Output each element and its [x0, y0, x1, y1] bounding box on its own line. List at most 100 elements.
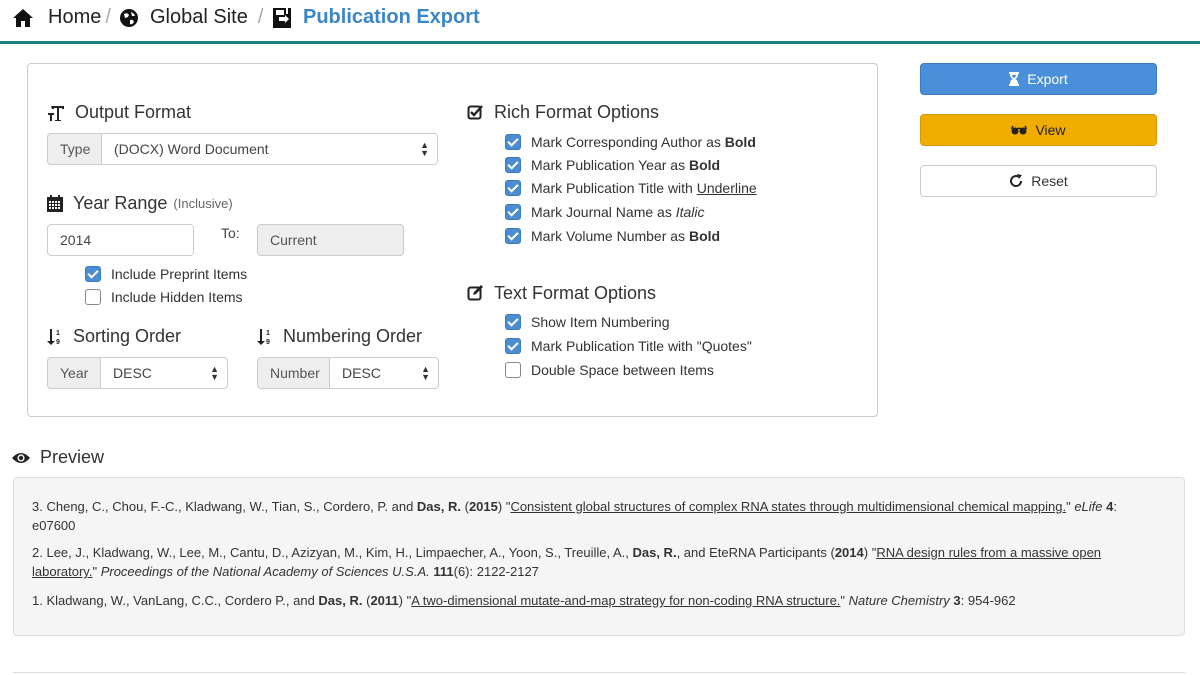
rich-format-heading: Rich Format Options [467, 102, 659, 123]
breadcrumb-home[interactable]: Home / [12, 6, 111, 29]
breadcrumb-current: Publication Export [272, 6, 480, 29]
svg-text:1: 1 [266, 330, 270, 337]
year-from-input[interactable]: 2014 [47, 224, 194, 256]
reset-button-label: Reset [1031, 173, 1068, 189]
calendar-icon [47, 195, 63, 212]
checkbox-checked-icon [505, 338, 521, 354]
numbering-order-title: Numbering Order [283, 326, 423, 346]
preview-entry: 1. Kladwang, W., VanLang, C.C., Cordero … [32, 593, 1016, 608]
footer-divider [13, 672, 1185, 673]
checkbox-checked-icon [505, 134, 521, 150]
home-icon [13, 8, 33, 27]
sorting-order-group: Year DESC ▲ ▼ [47, 357, 228, 389]
preview-title: Preview [40, 447, 105, 467]
rich-option-label: Mark Journal Name as Italic [531, 204, 705, 220]
include-hidden-checkbox[interactable]: Include Hidden Items [85, 288, 243, 306]
select-arrows-icon: ▲ ▼ [210, 364, 219, 382]
eye-icon [12, 452, 30, 463]
svg-text:1: 1 [56, 330, 60, 337]
rich-option-label: Mark Publication Title with Underline [531, 180, 757, 196]
text-format-heading: Text Format Options [467, 283, 656, 304]
numbering-order-select[interactable]: DESC ▲ ▼ [329, 357, 439, 389]
breadcrumb-site-label: Global Site [150, 6, 248, 28]
text-option-show-numbering[interactable]: Show Item Numbering [505, 313, 670, 331]
output-type-group: Type (DOCX) Word Document ▲ ▼ [47, 133, 438, 165]
export-options-panel: Output Format Type (DOCX) Word Document … [27, 63, 878, 417]
view-button[interactable]: View [920, 114, 1157, 146]
checkbox-checked-icon [85, 266, 101, 282]
checkbox-unchecked-icon [85, 289, 101, 305]
rich-option-label: Mark Publication Year as Bold [531, 157, 721, 173]
text-option-title-quotes[interactable]: Mark Publication Title with "Quotes" [505, 337, 752, 355]
sorting-order-value: DESC [113, 365, 152, 381]
reset-button[interactable]: Reset [920, 165, 1157, 197]
breadcrumb-home-label: Home [48, 6, 102, 28]
text-height-icon [48, 105, 64, 121]
year-to-label: To: [221, 225, 240, 241]
export-button[interactable]: Export [920, 63, 1157, 95]
publication-title-link[interactable]: A two-dimensional mutate-and-map strateg… [411, 593, 840, 608]
numbering-order-group: Number DESC ▲ ▼ [257, 357, 439, 389]
sorting-order-addon: Year [47, 357, 100, 389]
sorting-order-title: Sorting Order [73, 326, 182, 346]
checkbox-checked-icon [505, 228, 521, 244]
sort-numeric-icon: 19 [47, 328, 60, 346]
rich-option-publication-year[interactable]: Mark Publication Year as Bold [505, 156, 720, 174]
year-range-heading: Year Range (Inclusive) [47, 193, 233, 214]
text-option-label: Show Item Numbering [531, 314, 670, 330]
rich-option-volume-number[interactable]: Mark Volume Number as Bold [505, 227, 720, 245]
svg-text:9: 9 [56, 339, 60, 346]
checkbox-unchecked-icon [505, 362, 521, 378]
numbering-order-heading: 19 Numbering Order [257, 326, 422, 347]
refresh-icon [1010, 174, 1023, 187]
rich-format-title: Rich Format Options [494, 102, 660, 122]
text-option-double-space[interactable]: Double Space between Items [505, 361, 714, 379]
preview-entry: 3. Cheng, C., Chou, F.-C., Kladwang, W.,… [32, 499, 1118, 533]
preview-entry: 2. Lee, J., Kladwang, W., Lee, M., Cantu… [32, 545, 1102, 579]
export-button-label: Export [1027, 71, 1068, 87]
checkbox-checked-icon [505, 314, 521, 330]
output-type-addon: Type [47, 133, 101, 165]
year-to-input: Current [257, 224, 404, 256]
sort-numeric-icon: 19 [257, 328, 270, 346]
select-arrows-icon: ▲ ▼ [420, 140, 429, 158]
text-option-label: Double Space between Items [531, 362, 714, 378]
rich-option-journal-name[interactable]: Mark Journal Name as Italic [505, 203, 705, 221]
rich-option-label: Mark Volume Number as Bold [531, 228, 721, 244]
rich-option-corresponding-author[interactable]: Mark Corresponding Author as Bold [505, 133, 756, 151]
rich-option-publication-title[interactable]: Mark Publication Title with Underline [505, 179, 757, 197]
breadcrumb-site[interactable]: Global Site / [119, 6, 263, 29]
include-hidden-label: Include Hidden Items [111, 289, 243, 305]
year-range-subtitle: (Inclusive) [173, 196, 233, 211]
checkbox-checked-icon [505, 157, 521, 173]
checkbox-checked-icon [505, 204, 521, 220]
output-type-value: (DOCX) Word Document [114, 141, 269, 157]
preview-panel: 3. Cheng, C., Chou, F.-C., Kladwang, W.,… [13, 477, 1185, 636]
globe-icon [120, 8, 138, 27]
text-format-title: Text Format Options [494, 283, 657, 303]
output-format-title: Output Format [75, 102, 192, 122]
breadcrumb-separator: / [257, 6, 264, 28]
output-type-select[interactable]: (DOCX) Word Document ▲ ▼ [101, 133, 438, 165]
save-export-icon [273, 7, 291, 28]
year-range-title: Year Range [73, 193, 168, 213]
view-button-label: View [1035, 122, 1066, 138]
rich-option-label: Mark Corresponding Author as Bold [531, 134, 756, 150]
hourglass-icon [1009, 72, 1020, 86]
glasses-icon [1011, 125, 1028, 135]
output-format-heading: Output Format [47, 102, 191, 123]
checkbox-checked-icon [505, 180, 521, 196]
numbering-order-addon: Number [257, 357, 329, 389]
publication-title-link[interactable]: Consistent global structures of complex … [510, 499, 1066, 514]
breadcrumb-separator: / [105, 6, 111, 28]
breadcrumb-bar: Home / Global Site / Publication Export [0, 0, 1200, 44]
check-square-icon [467, 105, 483, 120]
page-title: Publication Export [303, 6, 480, 28]
numbering-order-value: DESC [342, 365, 381, 381]
include-preprint-checkbox[interactable]: Include Preprint Items [85, 265, 247, 283]
text-option-label: Mark Publication Title with "Quotes" [531, 338, 752, 354]
include-preprint-label: Include Preprint Items [111, 266, 248, 282]
edit-square-icon [467, 285, 483, 301]
sorting-order-heading: 19 Sorting Order [47, 326, 181, 347]
sorting-order-select[interactable]: DESC ▲ ▼ [100, 357, 228, 389]
